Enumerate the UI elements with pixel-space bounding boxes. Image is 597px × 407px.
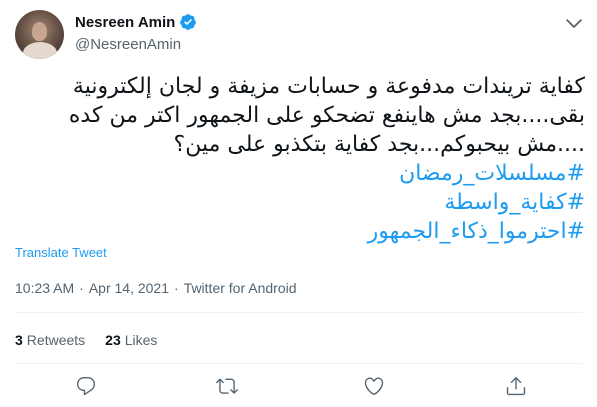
retweet-icon[interactable] bbox=[216, 375, 238, 397]
likes-count: 23 bbox=[105, 332, 121, 348]
translate-tweet-link[interactable]: Translate Tweet bbox=[15, 245, 107, 260]
tweet-actions bbox=[0, 375, 597, 401]
meta-separator: · bbox=[174, 280, 179, 296]
retweets-label: Retweets bbox=[26, 332, 86, 348]
tweet-stats: 3 Retweets 23 Likes bbox=[15, 332, 177, 348]
hashtag-link[interactable]: #كفاية_واسطة bbox=[20, 188, 585, 217]
author-handle[interactable]: @NesreenAmin bbox=[75, 36, 181, 53]
share-icon[interactable] bbox=[505, 375, 527, 397]
likes-label: Likes bbox=[124, 332, 158, 348]
avatar-face bbox=[32, 22, 47, 41]
verified-badge-icon bbox=[179, 13, 197, 31]
avatar[interactable] bbox=[15, 10, 64, 59]
tweet-text-line: بقى....بجد مش هاينفع تضحكو على الجمهور ا… bbox=[68, 103, 585, 128]
author-name-row: Nesreen Amin bbox=[75, 13, 197, 31]
tweet-meta: 10:23 AM · Apr 14, 2021 · Twitter for An… bbox=[15, 280, 297, 296]
divider bbox=[15, 312, 582, 313]
hashtag-link[interactable]: #مسلسلات_رمضان bbox=[20, 159, 585, 188]
author-display-name[interactable]: Nesreen Amin bbox=[75, 14, 175, 31]
divider bbox=[15, 363, 582, 364]
tweet-text-line: كفاية تريندات مدفوعة و حسابات مزيفة و لج… bbox=[72, 74, 585, 99]
avatar-body bbox=[23, 42, 57, 59]
likes-stat[interactable]: 23 Likes bbox=[105, 332, 157, 348]
tweet-date[interactable]: Apr 14, 2021 bbox=[89, 280, 169, 296]
tweet-text: كفاية تريندات مدفوعة و حسابات مزيفة و لج… bbox=[20, 72, 585, 246]
hashtag-link[interactable]: #احترموا_ذكاء_الجمهور bbox=[20, 217, 585, 246]
chevron-down-icon[interactable] bbox=[563, 12, 585, 34]
meta-separator: · bbox=[79, 280, 84, 296]
tweet-time[interactable]: 10:23 AM bbox=[15, 280, 74, 296]
tweet-source[interactable]: Twitter for Android bbox=[184, 280, 297, 296]
reply-icon[interactable] bbox=[75, 375, 97, 397]
retweets-stat[interactable]: 3 Retweets bbox=[15, 332, 85, 348]
retweets-count: 3 bbox=[15, 332, 23, 348]
tweet-text-line: ....مش بيحبوكم...بجد كفاية بتكذبو على مي… bbox=[173, 132, 585, 157]
heart-icon[interactable] bbox=[363, 375, 385, 397]
